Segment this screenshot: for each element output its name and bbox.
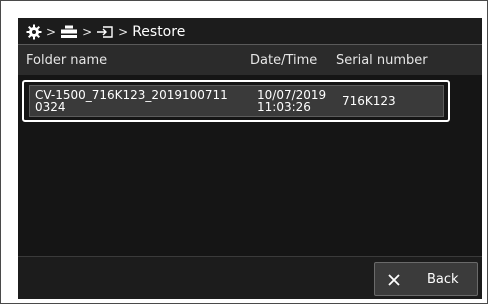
back-button[interactable]: Back	[374, 262, 478, 296]
breadcrumb-separator: >	[82, 25, 93, 39]
device-icon[interactable]	[60, 25, 78, 39]
row-folder-name: CV-1500_716K123_2019100711 0324	[35, 89, 255, 113]
back-button-label: Back	[427, 272, 459, 287]
row-folder-name-line2: 0324	[35, 100, 66, 114]
breadcrumb: > > > Restore	[26, 23, 185, 41]
header-folder-name: Folder name	[26, 53, 108, 68]
table-row[interactable]: CV-1500_716K123_2019100711 0324 10/07/20…	[29, 85, 444, 117]
folder-list[interactable]: CV-1500_716K123_2019100711 0324 10/07/20…	[18, 75, 482, 256]
row-folder-name-line1: CV-1500_716K123_2019100711	[35, 88, 228, 102]
breadcrumb-separator: >	[118, 25, 129, 39]
row-date-time: 10/07/2019 11:03:26	[257, 89, 326, 113]
gear-icon[interactable]	[26, 24, 42, 40]
breadcrumb-separator: >	[46, 25, 57, 39]
header-serial-number: Serial number	[336, 53, 428, 68]
footer-bar: Back	[18, 256, 482, 299]
row-time: 11:03:26	[257, 100, 311, 114]
breadcrumb-current: Restore	[132, 24, 186, 40]
row-serial-number: 716K123	[342, 94, 396, 108]
screen-frame: > > > Restore Folder name Date/Time Seri…	[0, 0, 488, 304]
restore-icon[interactable]	[96, 25, 114, 39]
restore-screen: > > > Restore Folder name Date/Time Seri…	[18, 18, 482, 299]
header-date-time: Date/Time	[250, 53, 318, 68]
close-icon	[387, 272, 401, 291]
selected-row-highlight: CV-1500_716K123_2019100711 0324 10/07/20…	[22, 80, 450, 122]
table-header: Folder name Date/Time Serial number	[18, 44, 482, 76]
